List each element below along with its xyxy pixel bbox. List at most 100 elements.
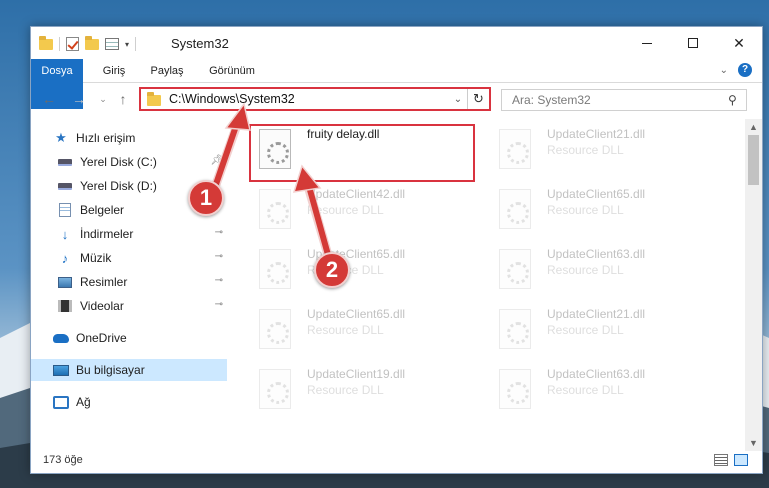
file-item[interactable]: UpdateClient63.dll Resource DLL: [489, 243, 719, 293]
cloud-icon: [53, 333, 69, 343]
status-bar: 173 öğe: [31, 449, 762, 473]
title-bar: ▾ System32 ✕: [31, 27, 762, 59]
help-icon[interactable]: ?: [738, 63, 752, 77]
pin-icon[interactable]: ⊸: [215, 251, 223, 262]
step-2-badge: 2: [314, 252, 350, 288]
navigation-bar: ← → ⌄ ↑ C:\Windows\System32 ⌄ ↻ Ara: Sys…: [31, 85, 762, 115]
file-name: UpdateClient65.dll: [307, 307, 406, 321]
star-icon: ★: [55, 130, 67, 145]
disk-icon: [58, 182, 72, 190]
sidebar-item-label: Yerel Disk (C:): [80, 155, 157, 169]
view-switcher: [714, 454, 748, 466]
address-dropdown-icon[interactable]: ⌄: [449, 94, 467, 105]
computer-icon-wrap: [53, 362, 69, 378]
dll-file-icon: [259, 189, 291, 229]
cloud-icon-wrap: [53, 330, 69, 346]
video-icon: [58, 300, 72, 312]
maximize-button[interactable]: [670, 27, 716, 59]
minimize-button[interactable]: [624, 27, 670, 59]
file-name: UpdateClient65.dll: [547, 187, 646, 201]
folder-icon: [39, 35, 53, 50]
search-box[interactable]: Ara: System32 ⚲: [501, 89, 747, 111]
file-type: Resource DLL: [307, 203, 384, 217]
file-type: Resource DLL: [547, 203, 624, 217]
customize-dropdown-icon[interactable]: ▾: [125, 40, 129, 49]
ribbon-right-controls: ⌄ ?: [720, 63, 752, 77]
back-arrow-icon: ←: [42, 91, 56, 107]
dll-file-icon: [499, 309, 531, 349]
tab-home[interactable]: Giriş: [91, 59, 137, 83]
pin-icon[interactable]: ⊸: [215, 227, 223, 238]
search-input[interactable]: Ara: System32: [512, 93, 728, 107]
sidebar-item-music[interactable]: ♪ Müzik ⊸: [31, 247, 227, 269]
forward-button[interactable]: →: [69, 89, 89, 109]
address-bar[interactable]: C:\Windows\System32 ⌄ ↻: [139, 87, 491, 111]
sidebar-item-local-disk-c[interactable]: Yerel Disk (C:) 📌︎: [31, 151, 227, 173]
back-button[interactable]: ←: [39, 89, 59, 109]
pictures-icon-wrap: [57, 274, 73, 290]
sidebar-item-videos[interactable]: Videolar ⊸: [31, 295, 227, 317]
file-item[interactable]: UpdateClient65.dll Resource DLL: [249, 303, 479, 353]
window-title: System32: [171, 36, 229, 51]
file-item[interactable]: UpdateClient63.dll Resource DLL: [489, 363, 719, 413]
sidebar-item-this-pc[interactable]: Bu bilgisayar: [31, 359, 227, 381]
sidebar-item-quick-access[interactable]: ★ Hızlı erişim: [31, 127, 227, 149]
disk-icon: [58, 158, 72, 166]
file-name: UpdateClient42.dll: [307, 187, 406, 201]
vertical-scrollbar[interactable]: ▲ ▼: [745, 119, 762, 451]
scroll-up-icon[interactable]: ▲: [745, 119, 762, 135]
address-path[interactable]: C:\Windows\System32: [169, 92, 449, 106]
dll-file-icon: [259, 309, 291, 349]
network-icon: [53, 395, 69, 409]
refresh-button[interactable]: ↻: [467, 89, 489, 109]
sidebar-item-pictures[interactable]: Resimler ⊸: [31, 271, 227, 293]
pin-icon[interactable]: 📌︎: [210, 155, 223, 166]
forward-arrow-icon: →: [72, 91, 86, 107]
file-type: Resource DLL: [547, 143, 624, 157]
window-controls: ✕: [624, 27, 762, 59]
large-icons-view-icon[interactable]: [734, 454, 748, 466]
sidebar-item-label: Belgeler: [80, 203, 125, 217]
computer-icon: [53, 364, 69, 376]
sidebar-item-label: Yerel Disk (D:): [80, 179, 157, 193]
expand-ribbon-icon[interactable]: ⌄: [720, 65, 728, 76]
properties-check-icon[interactable]: [66, 37, 79, 51]
document-icon-wrap: [57, 202, 73, 218]
scroll-thumb[interactable]: [748, 135, 759, 185]
sidebar-item-downloads[interactable]: ↓ İndirmeler ⊸: [31, 223, 227, 245]
file-item[interactable]: UpdateClient19.dll Resource DLL: [249, 363, 479, 413]
recent-locations-button[interactable]: ⌄: [93, 89, 113, 109]
sidebar-item-label: Resimler: [80, 275, 128, 289]
dll-file-icon: [499, 129, 531, 169]
file-item[interactable]: UpdateClient21.dll Resource DLL: [489, 303, 719, 353]
details-view-icon[interactable]: [714, 454, 728, 466]
maximize-icon: [688, 38, 698, 48]
file-item[interactable]: UpdateClient65.dll Resource DLL: [249, 243, 479, 293]
file-name: UpdateClient63.dll: [547, 247, 646, 261]
item-count: 173 öğe: [43, 454, 83, 466]
file-type: Resource DLL: [547, 263, 624, 277]
sidebar-item-label: Müzik: [80, 251, 112, 265]
disk-icon-wrap: [57, 178, 73, 194]
tab-view[interactable]: Görünüm: [199, 59, 265, 83]
up-button[interactable]: ↑: [113, 89, 133, 109]
file-item[interactable]: UpdateClient21.dll Resource DLL: [489, 123, 719, 173]
folder-icon: [147, 92, 161, 106]
ribbon-tabs: Dosya Giriş Paylaş Görünüm ⌄ ?: [31, 59, 762, 109]
minimize-icon: [642, 42, 652, 44]
pin-icon[interactable]: ⊸: [215, 299, 223, 310]
sidebar-item-onedrive[interactable]: OneDrive: [31, 327, 227, 349]
pin-icon[interactable]: ⊸: [215, 275, 223, 286]
search-icon[interactable]: ⚲: [728, 93, 746, 107]
chevron-down-icon: ⌄: [99, 94, 107, 104]
file-item[interactable]: UpdateClient65.dll Resource DLL: [489, 183, 719, 233]
toolbar-separator: [59, 37, 60, 51]
tab-share[interactable]: Paylaş: [141, 59, 193, 83]
file-name: UpdateClient19.dll: [307, 367, 406, 381]
close-button[interactable]: ✕: [716, 27, 762, 59]
sidebar-item-network[interactable]: Ağ: [31, 391, 227, 413]
new-folder-icon[interactable]: [85, 35, 99, 50]
properties-icon[interactable]: [105, 38, 119, 50]
file-item[interactable]: UpdateClient42.dll Resource DLL: [249, 183, 479, 233]
file-type: Resource DLL: [547, 323, 624, 337]
